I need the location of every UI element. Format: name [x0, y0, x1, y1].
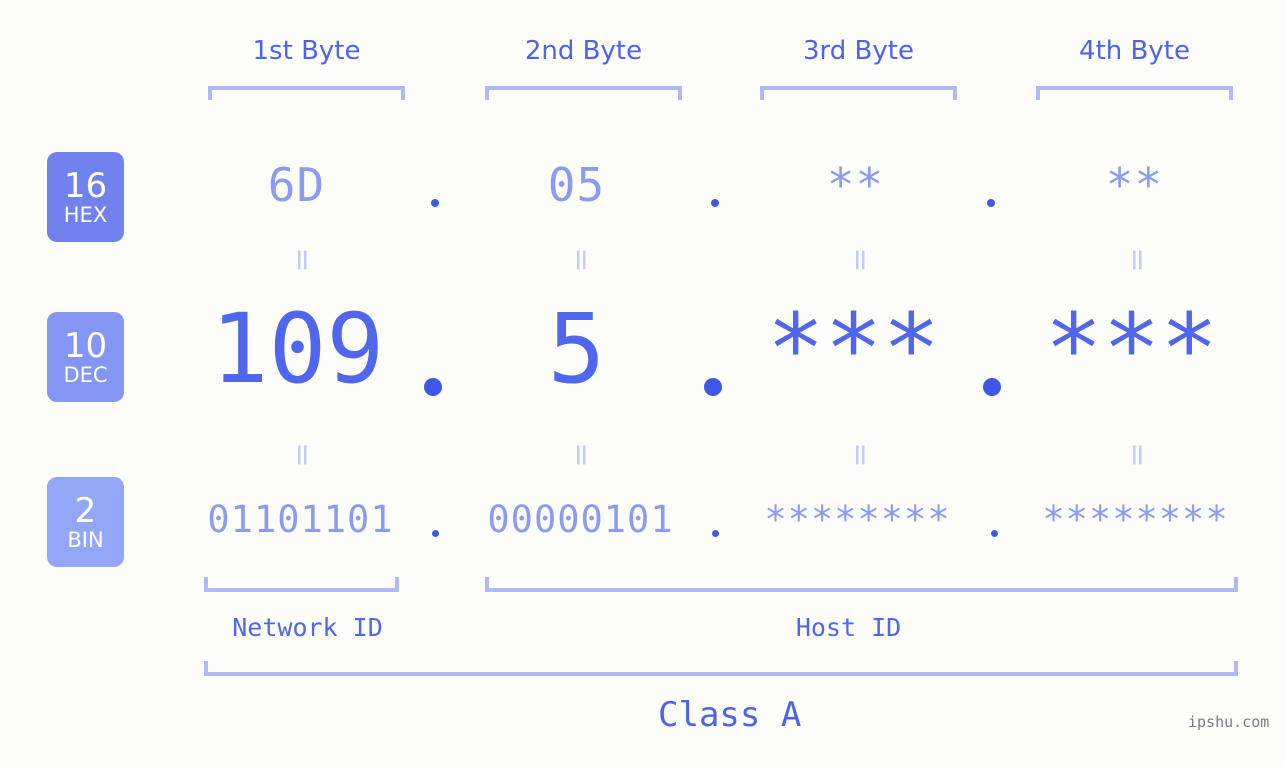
equals-icon-hex-dec-2: =	[564, 247, 599, 273]
byte-bracket-2	[485, 86, 682, 100]
dec-value-byte-3: ***	[766, 293, 941, 405]
network-id-label: Network ID	[232, 613, 383, 642]
byte-header-4: 4th Byte	[1079, 36, 1190, 66]
byte-bracket-1	[208, 86, 405, 100]
bin-value-byte-4: ********	[1042, 498, 1229, 541]
host-id-label: Host ID	[795, 613, 902, 642]
bin-separator-dot-3	[991, 530, 998, 537]
ip-address-breakdown-diagram: 1st Byte 2nd Byte 3rd Byte 4th Byte 16 H…	[0, 0, 1285, 767]
class-label: Class A	[658, 695, 802, 735]
watermark: ipshu.com	[1188, 713, 1270, 731]
bin-separator-dot-1	[432, 530, 439, 537]
byte-header-3: 3rd Byte	[803, 36, 914, 66]
byte-header-1: 1st Byte	[252, 36, 361, 66]
network-id-bracket	[204, 577, 399, 592]
host-id-bracket	[485, 577, 1238, 592]
base-badge-hex-label: HEX	[63, 202, 108, 227]
hex-value-byte-3: **	[826, 158, 885, 212]
base-badge-dec-number: 10	[63, 325, 108, 366]
hex-separator-dot-2	[711, 199, 719, 207]
equals-icon-dec-bin-1: =	[285, 442, 320, 468]
bin-value-byte-3: ********	[764, 498, 951, 541]
equals-icon-dec-bin-2: =	[564, 442, 599, 468]
base-badge-hex: 16 HEX	[47, 152, 124, 242]
byte-bracket-3	[760, 86, 957, 100]
base-badge-hex-number: 16	[63, 165, 108, 206]
byte-header-2: 2nd Byte	[524, 36, 643, 66]
dec-value-byte-2: 5	[547, 293, 606, 405]
equals-icon-dec-bin-3: =	[843, 442, 878, 468]
base-badge-bin: 2 BIN	[47, 477, 124, 567]
bin-value-byte-1: 01101101	[207, 498, 394, 541]
class-bracket	[204, 661, 1238, 676]
bin-value-byte-2: 00000101	[487, 498, 674, 541]
dec-separator-dot-1	[424, 378, 442, 396]
base-badge-dec-label: DEC	[63, 362, 108, 387]
hex-separator-dot-3	[987, 199, 995, 207]
base-badge-dec: 10 DEC	[47, 312, 124, 402]
equals-icon-hex-dec-3: =	[843, 247, 878, 273]
dec-value-byte-4: ***	[1044, 293, 1219, 405]
hex-value-byte-4: **	[1105, 158, 1164, 212]
equals-icon-dec-bin-4: =	[1120, 442, 1155, 468]
dec-value-byte-1: 109	[210, 293, 385, 405]
equals-icon-hex-dec-1: =	[285, 247, 320, 273]
bin-separator-dot-2	[712, 530, 719, 537]
base-badge-bin-number: 2	[74, 490, 97, 531]
hex-value-byte-1: 6D	[267, 158, 326, 212]
byte-bracket-4	[1036, 86, 1233, 100]
dec-separator-dot-2	[704, 378, 722, 396]
hex-value-byte-2: 05	[547, 158, 606, 212]
base-badge-bin-label: BIN	[67, 527, 104, 552]
hex-separator-dot-1	[431, 199, 439, 207]
equals-icon-hex-dec-4: =	[1120, 247, 1155, 273]
dec-separator-dot-3	[983, 378, 1001, 396]
